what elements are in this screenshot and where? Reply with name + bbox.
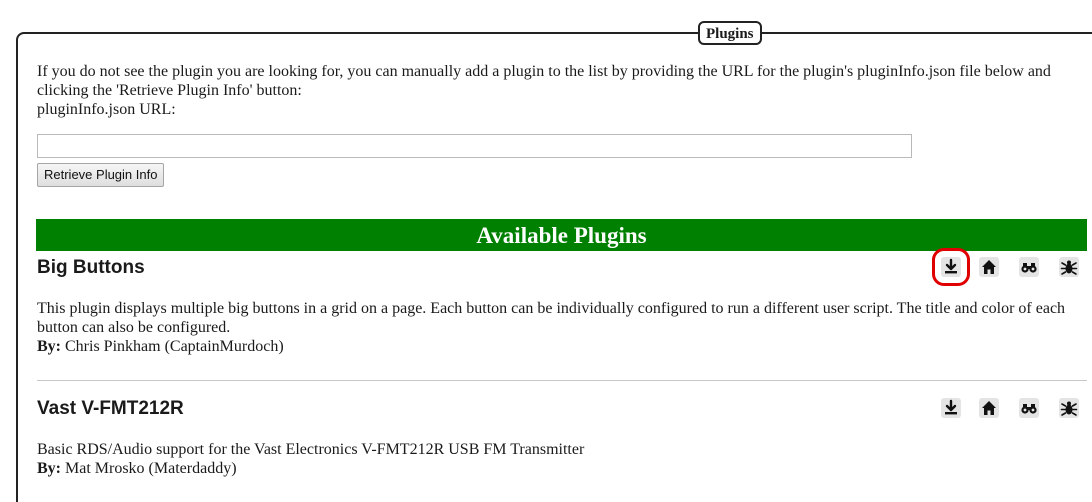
plugin-description-text: Basic RDS/Audio support for the Vast Ele… <box>37 441 585 458</box>
plugin-actions <box>899 398 1079 422</box>
download-icon[interactable] <box>941 398 961 418</box>
by-label: By: <box>37 338 61 355</box>
retrieve-plugin-info-button[interactable]: Retrieve Plugin Info <box>37 163 165 187</box>
intro-text: If you do not see the plugin you are loo… <box>37 63 1051 99</box>
plugin-name: Big Buttons <box>37 257 145 278</box>
plugin-author-line: By: Chris Pinkham (CaptainMurdoch) <box>37 337 1082 356</box>
bug-icon[interactable] <box>1059 257 1079 277</box>
plugin-author: Chris Pinkham (CaptainMurdoch) <box>65 338 284 355</box>
by-label: By: <box>37 460 61 477</box>
plugin-name: Vast V-FMT212R <box>37 398 184 419</box>
plugin-divider <box>37 380 1087 381</box>
plugin-description: This plugin displays multiple big button… <box>37 299 1082 356</box>
plugin-author: Mat Mrosko (Materdaddy) <box>65 460 237 477</box>
url-label: pluginInfo.json URL: <box>37 101 176 118</box>
home-icon[interactable] <box>979 257 999 277</box>
binoculars-icon[interactable] <box>1019 257 1039 277</box>
binoculars-icon[interactable] <box>1019 398 1039 418</box>
plugin-item-big-buttons: Big Buttons This plugin displays multipl… <box>37 248 1087 377</box>
plugininfo-url-input[interactable] <box>37 134 912 158</box>
plugin-actions <box>899 248 1079 286</box>
bug-icon[interactable] <box>1059 398 1079 418</box>
intro-section: If you do not see the plugin you are loo… <box>37 62 1077 119</box>
plugin-item-vast-v-fmt212r: Vast V-FMT212R Basic RDS/Audio support f… <box>37 398 1087 488</box>
plugin-author-line: By: Mat Mrosko (Materdaddy) <box>37 459 1082 478</box>
home-icon[interactable] <box>979 398 999 418</box>
plugin-description: Basic RDS/Audio support for the Vast Ele… <box>37 440 1082 478</box>
plugins-legend: Plugins <box>698 21 762 45</box>
download-icon[interactable] <box>932 248 970 286</box>
plugin-description-text: This plugin displays multiple big button… <box>37 300 1066 336</box>
available-plugins-header: Available Plugins <box>36 219 1087 251</box>
